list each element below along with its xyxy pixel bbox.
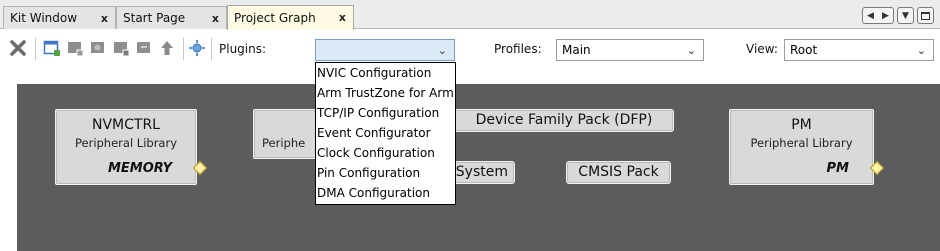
ev-component[interactable]: EV Periphe bbox=[253, 109, 332, 159]
toolbar: Plugins: ⌄ Profiles: Main ⌄ View: Root ⌄ bbox=[0, 30, 940, 66]
chevron-right-icon[interactable]: ▶ bbox=[882, 11, 889, 21]
profiles-value: Main bbox=[562, 43, 591, 57]
plugins-combo[interactable]: ⌄ bbox=[315, 39, 455, 61]
tab-scroll-buttons[interactable]: ◀ ▶ bbox=[862, 7, 894, 24]
up-arrow-icon[interactable] bbox=[158, 39, 176, 57]
tab-label: Start Page bbox=[123, 11, 186, 25]
new-window-icon[interactable] bbox=[43, 39, 61, 57]
close-icon[interactable]: x bbox=[101, 12, 108, 25]
nvmctrl-component[interactable]: NVMCTRL Peripheral Library MEMORY bbox=[55, 109, 197, 185]
tab-label: Project Graph bbox=[234, 11, 316, 25]
component-dependency-label: MEMORY bbox=[107, 161, 172, 176]
fit-view-icon[interactable] bbox=[188, 39, 206, 57]
view-icon[interactable] bbox=[89, 39, 107, 57]
window-controls: ◀ ▶ ▼ bbox=[862, 7, 934, 24]
plugin-option[interactable]: DMA Configuration bbox=[316, 183, 455, 203]
tab-bar: Kit Window x Start Page x Project Graph … bbox=[0, 0, 940, 30]
component-title: EV bbox=[262, 117, 332, 133]
toolbar-separator bbox=[35, 38, 36, 60]
tab-label: Kit Window bbox=[10, 11, 78, 25]
group-icon[interactable] bbox=[112, 39, 130, 57]
component-dependency-label: PM bbox=[826, 161, 849, 176]
plugin-option[interactable]: Clock Configuration bbox=[316, 143, 455, 163]
plugin-option[interactable]: Arm TrustZone for Arm bbox=[316, 83, 455, 103]
pm-component[interactable]: PM Peripheral Library PM bbox=[729, 109, 874, 185]
tab-kit-window[interactable]: Kit Window x bbox=[3, 6, 116, 29]
chevron-down-icon: ⌄ bbox=[437, 44, 447, 57]
maximize-icon bbox=[921, 11, 930, 20]
toolbar-separator bbox=[211, 38, 212, 60]
plugin-option[interactable]: Event Configurator bbox=[316, 123, 455, 143]
view-value: Root bbox=[790, 43, 818, 57]
profiles-label: Profiles: bbox=[494, 42, 542, 56]
plugin-option[interactable]: NVIC Configuration bbox=[316, 63, 455, 83]
component-title: PM bbox=[791, 117, 812, 133]
dfp-component[interactable]: Device Family Pack (DFP) bbox=[454, 109, 674, 132]
chevron-down-icon: ▼ bbox=[902, 10, 909, 21]
project-graph-canvas[interactable]: NVMCTRL Peripheral Library MEMORY EV Per… bbox=[17, 84, 940, 251]
export-icon[interactable] bbox=[135, 39, 153, 57]
tab-start-page[interactable]: Start Page x bbox=[116, 6, 227, 29]
chevron-down-icon: ⌄ bbox=[686, 44, 696, 57]
maximize-button[interactable] bbox=[917, 7, 934, 24]
close-icon[interactable]: x bbox=[339, 11, 346, 24]
component-subtitle: Peripheral Library bbox=[74, 136, 178, 150]
component-subtitle: Periphe bbox=[262, 136, 306, 150]
chevron-left-icon[interactable]: ◀ bbox=[867, 11, 874, 21]
component-title: NVMCTRL bbox=[92, 117, 160, 133]
cmsis-pack-component[interactable]: CMSIS Pack bbox=[566, 161, 671, 184]
profiles-combo[interactable]: Main ⌄ bbox=[556, 39, 704, 61]
delete-icon[interactable] bbox=[9, 39, 27, 57]
view-combo[interactable]: Root ⌄ bbox=[784, 39, 934, 61]
toolbar-separator bbox=[183, 38, 184, 60]
add-component-icon[interactable] bbox=[66, 39, 84, 57]
close-icon[interactable]: x bbox=[212, 12, 219, 25]
plugin-option[interactable]: TCP/IP Configuration bbox=[316, 103, 455, 123]
chevron-down-icon: ⌄ bbox=[916, 44, 926, 57]
component-subtitle: Peripheral Library bbox=[750, 136, 853, 150]
view-label: View: bbox=[746, 42, 778, 56]
tab-project-graph[interactable]: Project Graph x bbox=[227, 5, 354, 30]
plugin-option[interactable]: Pin Configuration bbox=[316, 163, 455, 183]
plugins-dropdown-list: NVIC Configuration Arm TrustZone for Arm… bbox=[315, 62, 456, 205]
plugins-label: Plugins: bbox=[219, 42, 267, 56]
tab-list-dropdown[interactable]: ▼ bbox=[897, 7, 914, 24]
